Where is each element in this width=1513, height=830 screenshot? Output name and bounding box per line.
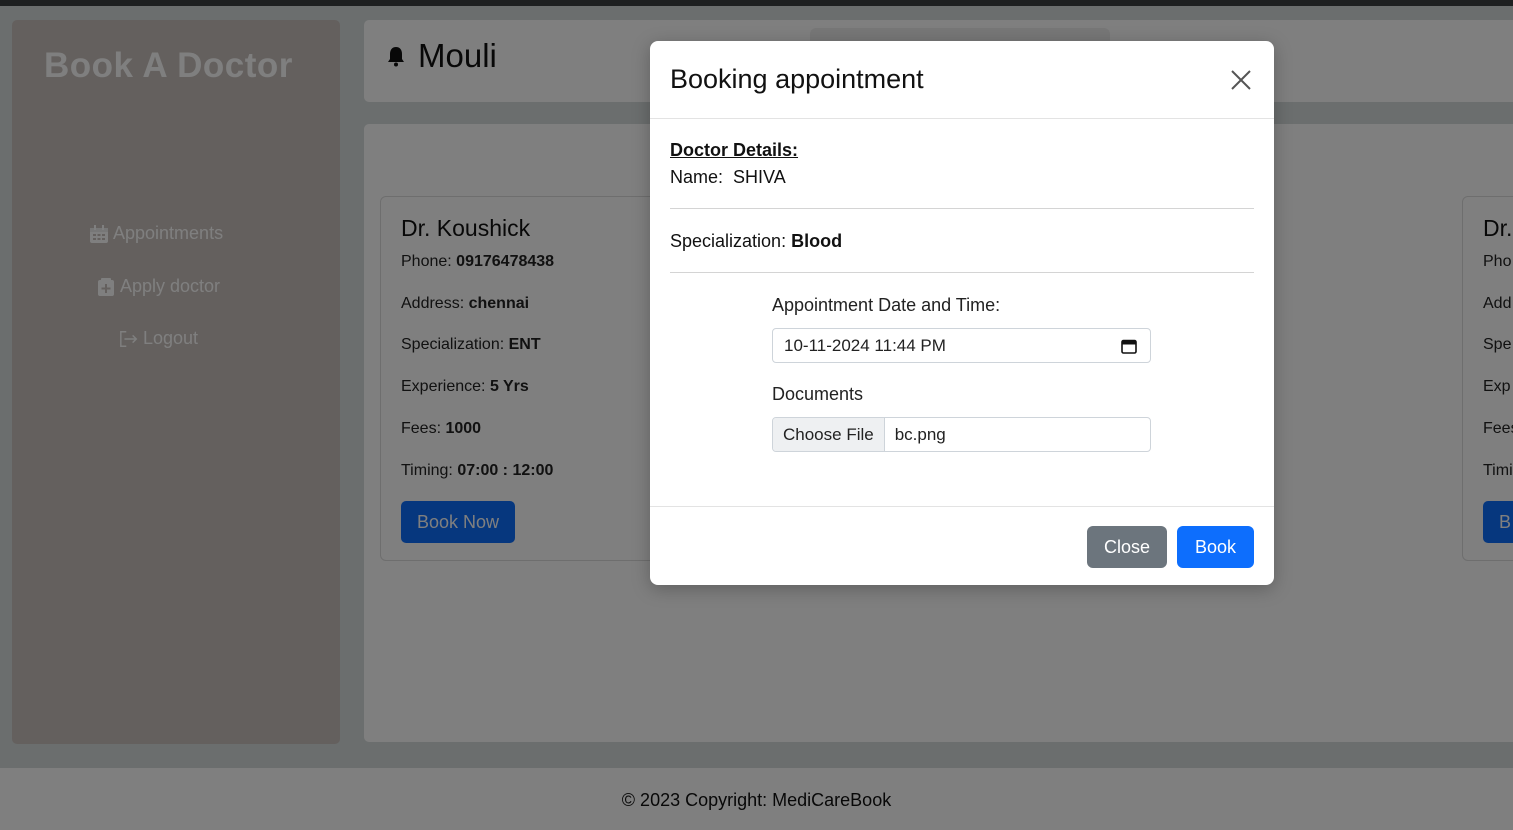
doctor-name-value: SHIVA [733, 167, 786, 187]
specialization-value: Blood [791, 231, 843, 251]
documents-label: Documents [772, 384, 864, 404]
specialization-line: Specialization: Blood [670, 231, 843, 251]
divider [670, 272, 1254, 273]
selected-file-name: bc.png [894, 424, 946, 444]
close-icon[interactable] [1226, 65, 1256, 95]
datetime-value: 10-11-2024 11:44 PM [784, 335, 946, 355]
appointment-datetime-input[interactable]: 10-11-2024 11:44 PM [772, 328, 1151, 363]
doctor-details-heading: Doctor Details: [670, 140, 799, 160]
choose-file-button[interactable]: Choose File [773, 418, 885, 451]
close-button[interactable]: Close [1087, 526, 1167, 568]
book-button[interactable]: Book [1177, 526, 1254, 568]
divider [670, 208, 1254, 209]
modal-footer: Close Book [650, 506, 1274, 585]
documents-file-input[interactable]: Choose File bc.png [772, 417, 1151, 452]
modal-title: Booking appointment [670, 64, 924, 94]
date-label: Appointment Date and Time: [772, 295, 1001, 315]
doctor-name-line: Name: SHIVA [670, 167, 786, 187]
modal-header: Booking appointment [650, 41, 1274, 119]
booking-modal: Booking appointment Doctor Details: Name… [650, 41, 1274, 585]
calendar-picker-icon[interactable] [1120, 337, 1138, 355]
